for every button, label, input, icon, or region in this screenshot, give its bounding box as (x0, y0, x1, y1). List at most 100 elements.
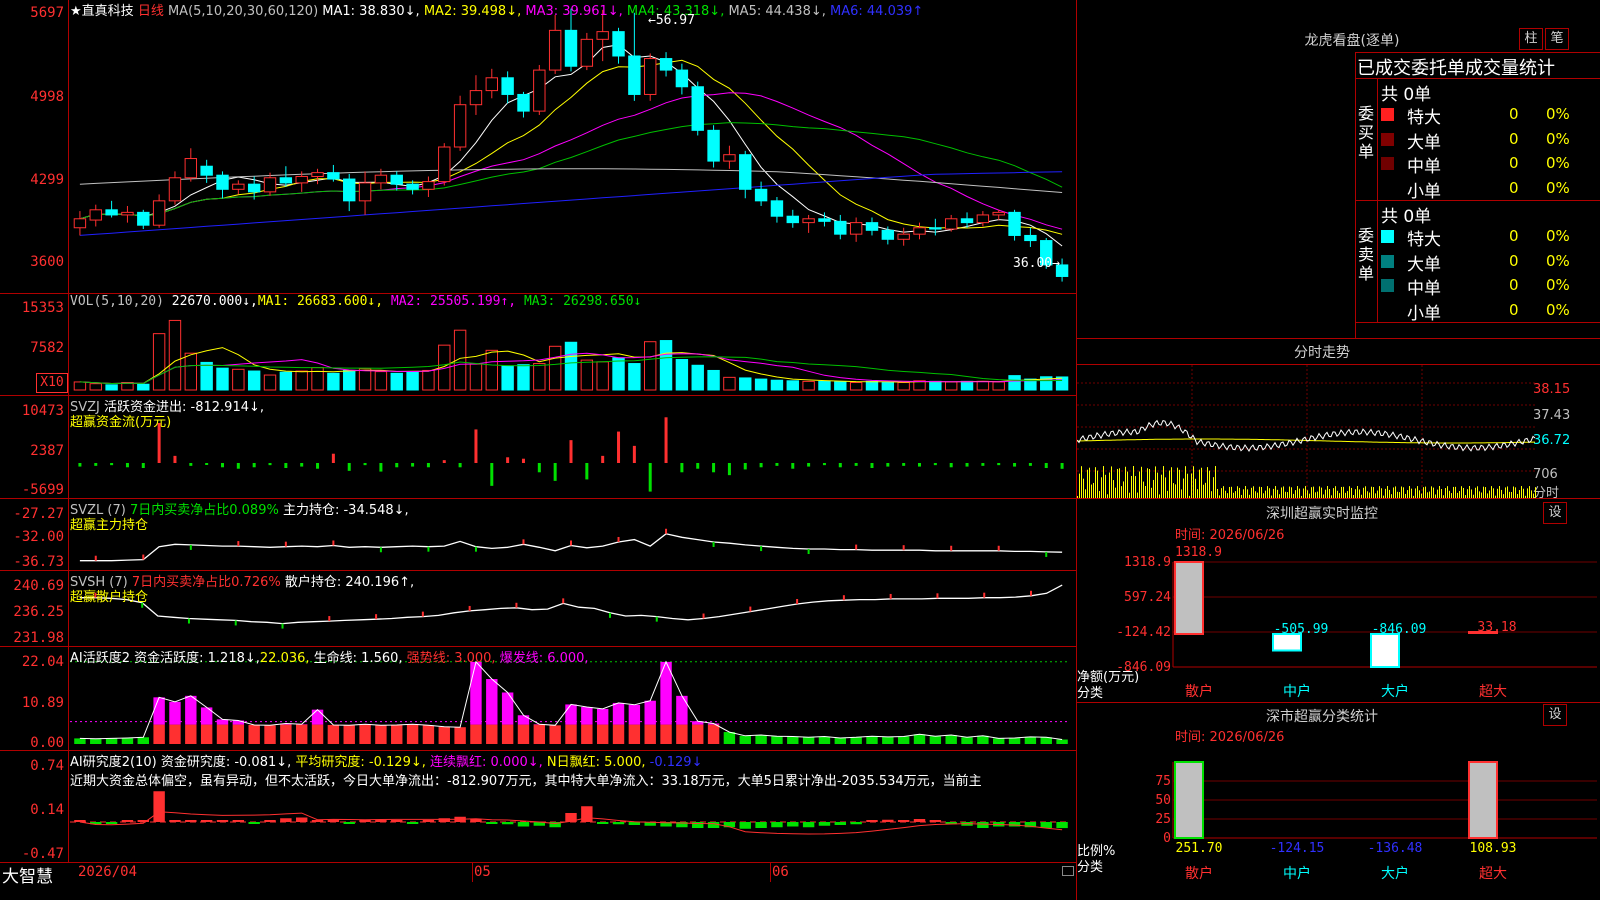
intraday-vol-bar (1283, 486, 1284, 498)
activity-bar (723, 732, 736, 744)
intraday-vol-bar (1401, 486, 1402, 498)
ai-lifeline: 生命线: 1.560, (313, 651, 403, 666)
research-bar (818, 822, 831, 826)
stock-name[interactable]: 直真科技 (82, 4, 134, 19)
fund-flow-bar (1013, 463, 1017, 467)
x-label-jun: 06 (772, 864, 789, 880)
intraday-price-line (1077, 419, 1536, 452)
intraday-vol-bar (1277, 489, 1278, 498)
candle-body (944, 218, 958, 230)
intraday-vol-bar (1191, 473, 1192, 498)
activity-bar (818, 736, 831, 744)
retail-position-line-tick (608, 612, 611, 618)
order-type-label: 特大 (1407, 230, 1441, 250)
candle-body (406, 183, 419, 190)
intraday-vol-bar (1527, 488, 1528, 498)
candle-body (675, 69, 689, 88)
fund-flow-bar (712, 463, 716, 473)
candle-body (612, 31, 625, 57)
intraday-vol-bar (1217, 488, 1218, 498)
fund-flow-bar (442, 460, 446, 463)
intraday-vol-bar (1101, 477, 1102, 498)
intraday-vol-bar (1143, 481, 1144, 498)
volume-bar (548, 345, 562, 391)
activity-bar-top (470, 661, 482, 725)
fund-flow-bar (807, 463, 811, 467)
intraday-vol-bar (1181, 489, 1182, 498)
research-bar (739, 822, 751, 829)
left-chart-area: 5697 4998 4299 3600 15353 7582 X10 10473… (0, 0, 1077, 900)
volume-bar (517, 364, 530, 391)
order-row: 特大 0 0% (1381, 103, 1596, 128)
intraday-vol-bar (1211, 491, 1212, 498)
candle-body (580, 38, 594, 67)
classify-settings-button[interactable]: 设 (1543, 704, 1567, 726)
intraday-vol-bar (1231, 486, 1232, 498)
monitor-chart[interactable]: 1318.9 597.24 -124.42 -846.09 1318.9 散户 -505.9… (1077, 540, 1600, 702)
intraday-vol-bar (1237, 486, 1238, 498)
activity-bar (977, 735, 989, 744)
volume-bar (1008, 375, 1021, 391)
research-bar (185, 820, 197, 822)
intraday-vol-bar (1147, 468, 1148, 498)
intraday-vol-bar (1201, 467, 1202, 498)
intraday-vol-bar (1461, 486, 1462, 498)
intraday-vol-bar (1415, 488, 1416, 498)
main-position-line-tick (950, 545, 953, 551)
low-price-marker: 36.00→ (1013, 256, 1060, 271)
classify-value-label: 108.93 (1470, 841, 1517, 856)
candle-body (533, 69, 546, 112)
main-legend: ★直真科技 日线 MA(5,10,20,30,60,120) MA1: 38.8… (70, 0, 923, 19)
fund-flow-bar (173, 455, 177, 463)
intraday-vol-bar (1261, 487, 1262, 498)
intraday-vol-bar (1411, 488, 1412, 498)
lock-icon[interactable] (1062, 866, 1074, 876)
order-type-label: 特大 (1407, 108, 1441, 128)
intraday-vol-bar (1155, 466, 1156, 498)
activity-bar (248, 724, 260, 744)
classify-chart[interactable]: 75 50 25 0 251.70 散户 -124.15 中户 -136.48 大户 108.93 超… (1077, 742, 1600, 900)
candle-body (802, 218, 815, 224)
research-bar (929, 820, 942, 822)
volume-bar (659, 340, 673, 391)
intraday-vol-bar (1223, 486, 1224, 498)
classify-value-label: -124.15 (1270, 841, 1325, 856)
ai-research-legend: AI研究度2(10) 资金研究度: -0.081↓, 平均研究度: -0.129… (70, 751, 702, 770)
intraday-vol-bar (1297, 486, 1298, 498)
intraday-vol-bar (1273, 488, 1274, 498)
activity-bar-top (232, 720, 245, 725)
period-label[interactable]: 日线 (138, 4, 164, 19)
intraday-vol-bar (1409, 486, 1410, 498)
order-percent: 0% (1546, 129, 1570, 148)
favorite-star-icon[interactable]: ★ (70, 4, 82, 19)
intraday-vol-bar (1133, 466, 1134, 498)
main-position-line-tick (570, 540, 572, 546)
activity-bar (232, 724, 245, 744)
research-bar (596, 822, 609, 824)
tick-mode-button[interactable]: 笔 (1545, 28, 1569, 50)
intraday-y-tick: 36.72 (1533, 433, 1571, 448)
activity-bar (422, 725, 435, 744)
volume-bar (691, 364, 704, 391)
fund-flow-bar (743, 463, 747, 470)
research-bar (517, 822, 530, 827)
fund-flow-bar (648, 463, 652, 492)
intraday-chart[interactable] (1077, 365, 1537, 499)
intraday-vol-bar (1365, 486, 1366, 498)
bar-mode-button[interactable]: 柱 (1519, 28, 1543, 50)
main-position-line-tick (760, 546, 763, 552)
intraday-vol-bar (1095, 467, 1096, 498)
order-percent: 0% (1546, 154, 1570, 172)
volume-bar (754, 378, 768, 391)
fund-flow-bar (379, 463, 383, 472)
monitor-settings-button[interactable]: 设 (1543, 502, 1567, 524)
volume-bar (343, 369, 356, 391)
classify-category-label: 大户 (1381, 865, 1409, 882)
intraday-vol-bar (1337, 490, 1338, 498)
candle-body (152, 200, 166, 226)
volume-bar (786, 380, 799, 391)
fund-flow-bar (569, 440, 573, 463)
activity-bar (945, 735, 957, 744)
intraday-vol-bar (1157, 472, 1158, 498)
candle-body (834, 220, 847, 235)
